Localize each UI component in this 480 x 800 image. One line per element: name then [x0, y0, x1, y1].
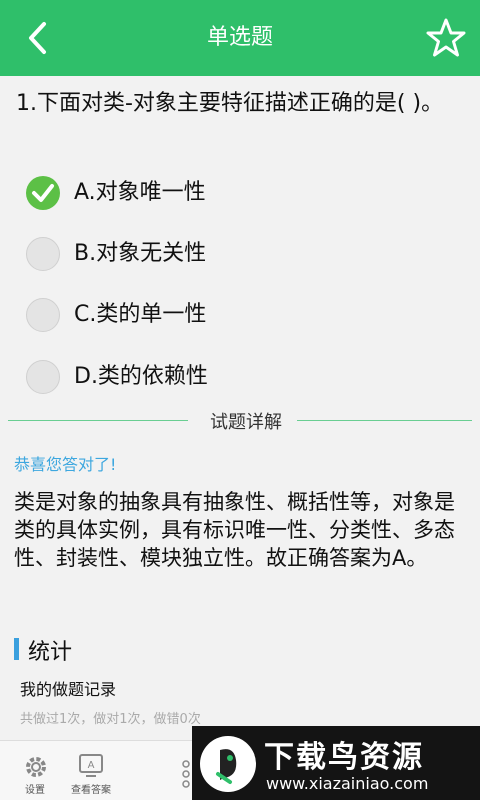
- detail-divider: 试题详解: [8, 408, 472, 433]
- record-detail: 共做过1次，做对1次，做错0次: [20, 712, 201, 727]
- divider-line-right: [297, 420, 472, 421]
- star-outline-icon: [426, 18, 466, 57]
- record-title: 我的做题记录: [20, 680, 117, 699]
- option-d-label: D.类的依赖性: [74, 364, 208, 389]
- option-b-label: B.对象无关性: [74, 241, 207, 266]
- heading-accent-bar: [14, 638, 19, 660]
- gear-icon: [26, 757, 46, 777]
- favorite-button[interactable]: [426, 16, 466, 60]
- svg-text:A: A: [88, 760, 95, 771]
- watermark-url: www.xiazainiao.com: [266, 774, 429, 793]
- view-answer-button[interactable]: A 查看答案: [56, 749, 126, 799]
- answer-card-icon: A: [79, 754, 103, 777]
- question-text: 1.下面对类-对象主要特征描述正确的是( )。: [16, 91, 444, 116]
- radio-checked-icon[interactable]: [26, 176, 60, 210]
- page-title: 单选题: [206, 25, 273, 50]
- option-c[interactable]: C.类的单一性: [26, 290, 446, 338]
- option-b[interactable]: B.对象无关性: [26, 229, 446, 277]
- radio-unchecked-icon[interactable]: [26, 298, 60, 332]
- option-d[interactable]: D.类的依赖性: [26, 352, 446, 400]
- option-a-label: A.对象唯一性: [74, 180, 206, 205]
- view-answer-label: 查看答案: [71, 785, 111, 796]
- divider-label: 试题详解: [210, 412, 282, 433]
- divider-line-left: [8, 420, 188, 421]
- radio-unchecked-icon[interactable]: [26, 237, 60, 271]
- watermark-banner: 下载鸟资源 www.xiazainiao.com: [192, 726, 480, 800]
- top-bar: 单选题: [0, 0, 480, 76]
- watermark-logo-icon: [200, 736, 256, 792]
- congrats-text: 恭喜您答对了!: [14, 455, 117, 474]
- stats-heading-label: 统计: [28, 640, 73, 665]
- watermark-title: 下载鸟资源: [264, 740, 424, 775]
- more-button[interactable]: [180, 759, 192, 791]
- option-a[interactable]: A.对象唯一性: [26, 168, 446, 216]
- option-c-label: C.类的单一性: [74, 302, 207, 327]
- radio-unchecked-icon[interactable]: [26, 360, 60, 394]
- analysis-text: 类是对象的抽象具有抽象性、概括性等，对象是类的具体实例，具有标识唯一性、分类性、…: [14, 490, 455, 570]
- more-vertical-icon: [182, 760, 190, 788]
